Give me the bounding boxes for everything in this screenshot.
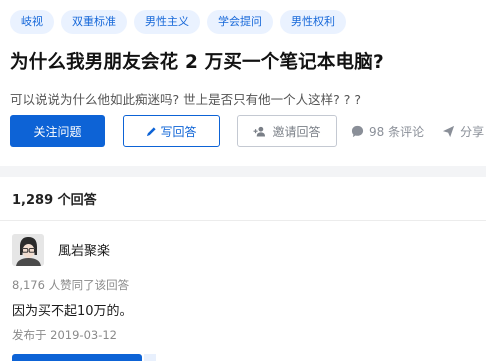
upvote-button[interactable] [12, 354, 142, 361]
pencil-icon [146, 126, 157, 137]
topic-tag[interactable]: 岐视 [10, 10, 54, 34]
share-label: 分享 [460, 124, 485, 139]
answers-list: 1,289 个回答 風岩聚楽 8,176 人赞同了该回答 因为买不起10万的。 … [0, 177, 486, 361]
question-detail: 可以说说为什么他如此痴迷吗? 世上是否只有他一个人这样? ? ? [10, 92, 361, 107]
divider [0, 220, 486, 221]
answer-content[interactable]: 因为买不起10万的。 [12, 300, 133, 319]
question-actions: 关注问题 写回答 邀请回答 98 条评论 分享 [10, 115, 484, 147]
follow-question-button[interactable]: 关注问题 [10, 115, 105, 147]
topic-tag[interactable]: 男性主义 [134, 10, 200, 34]
write-answer-button[interactable]: 写回答 [123, 115, 220, 147]
publish-date: 发布于 2019-03-12 [12, 328, 117, 342]
author-name[interactable]: 風岩聚楽 [58, 240, 110, 259]
invite-answer-button[interactable]: 邀请回答 [237, 115, 337, 147]
question-card: 岐视 双重标准 男性主义 学会提问 男性权利 为什么我男朋友会花 2 万买一个笔… [0, 0, 486, 166]
comment-count: 98 条评论 [369, 124, 425, 139]
question-title[interactable]: 为什么我男朋友会花 2 万买一个笔记本电脑? [10, 48, 384, 74]
invite-answer-label: 邀请回答 [272, 124, 321, 139]
topic-tags: 岐视 双重标准 男性主义 学会提问 男性权利 [10, 10, 346, 34]
share-link[interactable]: 分享 [442, 123, 484, 140]
write-answer-label: 写回答 [160, 124, 197, 139]
topic-tag[interactable]: 学会提问 [207, 10, 273, 34]
vote-count: 8,176 人赞同了该回答 [12, 278, 130, 292]
avatar[interactable] [12, 234, 44, 266]
comments-link[interactable]: 98 条评论 [351, 123, 424, 140]
downvote-button[interactable] [144, 354, 156, 361]
topic-tag[interactable]: 双重标准 [61, 10, 127, 34]
topic-tag[interactable]: 男性权利 [280, 10, 346, 34]
add-person-icon [253, 126, 266, 137]
share-icon [442, 125, 455, 138]
comment-icon [351, 125, 364, 138]
follow-question-label: 关注问题 [33, 124, 82, 139]
answer-count: 1,289 个回答 [12, 193, 97, 208]
